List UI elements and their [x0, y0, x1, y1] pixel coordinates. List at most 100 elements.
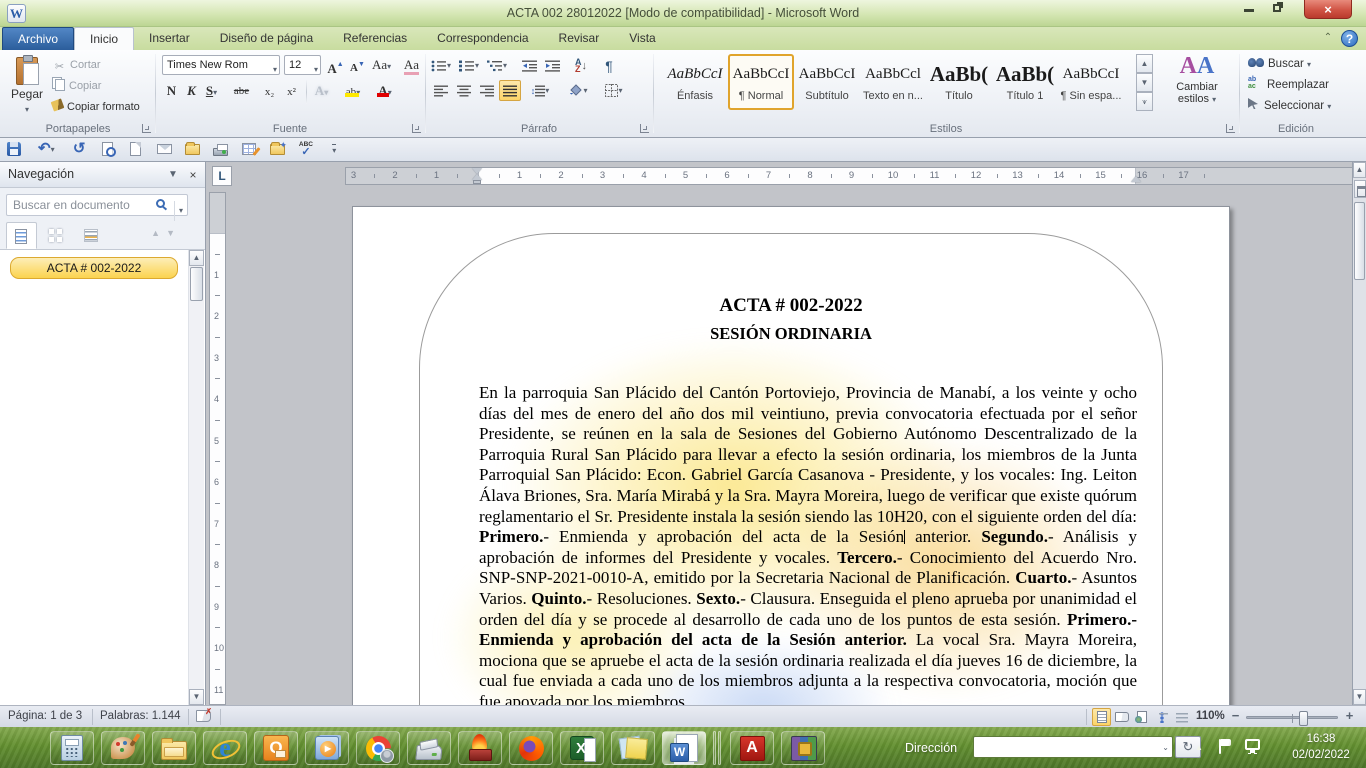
tab-headings-view[interactable] [6, 222, 37, 249]
copy-button[interactable]: Copiar [52, 77, 101, 96]
italic-button[interactable]: K [182, 81, 201, 102]
taskbar-firefox-button[interactable] [509, 731, 553, 765]
bold-button[interactable]: N [162, 81, 181, 102]
align-center-button[interactable] [453, 80, 475, 101]
taskbar-sticky-notes-button[interactable] [611, 731, 655, 765]
tab-thumbnails-view[interactable] [40, 222, 71, 249]
tab-results-view[interactable] [75, 222, 106, 249]
superscript-button[interactable]: x² [282, 81, 301, 102]
subscript-button[interactable]: x₂ [260, 81, 279, 102]
font-family-combo[interactable]: Times New Rom▾ [162, 55, 280, 75]
navigation-scrollbar[interactable]: ▲ ▼ [188, 250, 204, 705]
taskbar-nero-button[interactable] [458, 731, 502, 765]
taskbar-word-button[interactable] [662, 731, 706, 765]
collapse-ribbon-button[interactable]: ⌃ [1320, 31, 1336, 45]
highlight-color-button[interactable]: ab▾ [340, 81, 366, 102]
taskbar-clock[interactable]: 16:38 02/02/2022 [1281, 731, 1361, 763]
navigation-close-button[interactable]: × [185, 168, 201, 182]
help-button[interactable]: ? [1341, 30, 1358, 47]
scroll-thumb[interactable] [1354, 202, 1365, 280]
paragraph-dialog-launcher[interactable] [640, 124, 649, 133]
open-button[interactable] [181, 138, 204, 160]
paste-button[interactable]: Pegar ▾ [7, 53, 47, 123]
style-sin-espa[interactable]: AaBbCcI¶ Sin espa... [1058, 54, 1124, 110]
style-titulo-1[interactable]: AaBb(Título 1 [992, 54, 1058, 110]
view-web-layout-button[interactable] [1132, 708, 1151, 726]
edit-table-button[interactable] [238, 138, 261, 160]
justify-button[interactable] [499, 80, 521, 101]
replace-button[interactable]: abacReemplazar [1248, 76, 1329, 95]
style-enfasis[interactable]: AaBbCcIÉnfasis [662, 54, 728, 110]
tab-archivo[interactable]: Archivo [2, 27, 74, 50]
change-styles-button[interactable]: AA Cambiar estilos ▾ [1166, 53, 1228, 125]
grow-font-button[interactable]: A▲ [326, 55, 345, 76]
view-full-screen-reading-button[interactable] [1112, 708, 1131, 726]
view-print-layout-button[interactable] [1092, 708, 1111, 726]
tab-insertar[interactable]: Insertar [134, 27, 205, 50]
font-dialog-launcher[interactable] [412, 124, 421, 133]
sort-button[interactable]: AZ↓ [570, 55, 592, 76]
taskbar-chrome-button[interactable] [356, 731, 400, 765]
quick-print-button[interactable] [209, 138, 232, 160]
style-normal[interactable]: AaBbCcI¶ Normal [728, 54, 794, 110]
tab-diseno-de-pagina[interactable]: Diseño de página [205, 27, 328, 50]
decrease-indent-button[interactable] [518, 55, 540, 76]
styles-dialog-launcher[interactable] [1226, 124, 1235, 133]
taskbar-paint-button[interactable] [101, 731, 145, 765]
undo-button[interactable]: ↶▾ [30, 138, 62, 160]
view-draft-button[interactable] [1172, 708, 1191, 726]
style-titulo[interactable]: AaBb(Título [926, 54, 992, 110]
align-right-button[interactable] [476, 80, 498, 101]
network-icon[interactable] [1245, 739, 1260, 750]
tab-referencias[interactable]: Referencias [328, 27, 422, 50]
horizontal-ruler[interactable]: 3211234567891011121314151617 [345, 167, 1355, 185]
zoom-in-button[interactable]: + [1342, 709, 1357, 724]
navigation-options-arrow[interactable]: ▼ [165, 168, 181, 182]
taskbar-outlook-button[interactable] [254, 731, 298, 765]
document-page[interactable]: ACTA # 002-2022 SESIÓN ORDINARIA En la p… [352, 206, 1230, 705]
show-paragraph-marks-button[interactable]: ¶ [598, 55, 620, 76]
word-app-icon[interactable]: W [7, 4, 26, 23]
left-indent-marker[interactable] [473, 180, 481, 184]
font-color-button[interactable]: A▾ [372, 81, 398, 102]
zoom-slider[interactable] [1246, 716, 1338, 719]
underline-button[interactable]: S▾ [202, 81, 221, 102]
tab-correspondencia[interactable]: Correspondencia [422, 27, 543, 50]
numbering-button[interactable]: ▾ [458, 55, 480, 76]
taskbar-excel-button[interactable] [560, 731, 604, 765]
taskbar-media-player-button[interactable] [305, 731, 349, 765]
styles-more-button[interactable]: ⩛ [1136, 92, 1153, 111]
spelling-button[interactable]: ABC [294, 138, 317, 160]
proofing-status-icon[interactable] [196, 710, 211, 722]
cut-button[interactable]: ✂Cortar [52, 56, 101, 75]
line-spacing-button[interactable]: ↕▾ [526, 80, 554, 101]
taskbar-internet-explorer-button[interactable] [203, 731, 247, 765]
style-subtitulo[interactable]: AaBbCcISubtítulo [794, 54, 860, 110]
qat-more-button[interactable]: ▾ [323, 138, 346, 160]
paste-dropdown-arrow[interactable]: ▾ [25, 105, 29, 114]
word-count[interactable]: Palabras: 1.144 [100, 710, 181, 722]
bullets-button[interactable]: ▾ [430, 55, 452, 76]
borders-button[interactable]: ▾ [600, 80, 628, 101]
nav-scroll-thumb[interactable] [190, 267, 203, 301]
multilevel-list-button[interactable]: ▾ [486, 55, 508, 76]
show-hidden-icons-button[interactable]: ▲ [1195, 743, 1203, 752]
document-scrollbar[interactable]: ▲ ▼ [1352, 162, 1366, 705]
action-center-flag-icon[interactable] [1219, 739, 1221, 754]
text-effects-button[interactable]: A▾ [312, 81, 331, 102]
window-stack-indicator[interactable] [713, 731, 723, 765]
zoom-level[interactable]: 110% [1196, 710, 1225, 722]
minimize-button[interactable] [1236, 0, 1262, 19]
change-case-button[interactable]: Aa▾ [372, 55, 391, 76]
increase-indent-button[interactable] [541, 55, 563, 76]
close-button[interactable]: × [1304, 0, 1352, 19]
tab-inicio[interactable]: Inicio [74, 27, 134, 50]
restore-button[interactable] [1264, 0, 1290, 19]
document-body-text[interactable]: En la parroquia San Plácido del Cantón P… [479, 383, 1137, 705]
style-texto-en-n[interactable]: AaBbCclTexto en n... [860, 54, 926, 110]
tab-vista[interactable]: Vista [614, 27, 670, 50]
email-button[interactable] [153, 138, 176, 160]
styles-scroll-up-button[interactable]: ▲ [1136, 54, 1153, 73]
vertical-ruler[interactable]: 1234567891011 [209, 192, 226, 705]
taskbar-scanner-button[interactable] [407, 731, 451, 765]
